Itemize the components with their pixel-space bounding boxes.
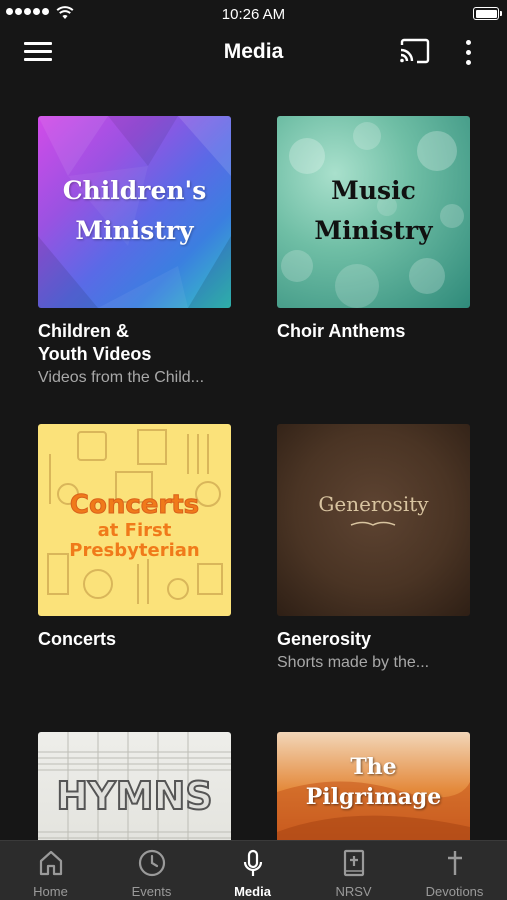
thumb-text-line1: The xyxy=(350,754,397,780)
thumb-text-line1: Concerts xyxy=(69,490,200,521)
media-card-choir[interactable]: Music Ministry Choir Anthems xyxy=(277,116,470,344)
ornament-icon xyxy=(350,521,396,526)
children-ministry-thumbnail: Children's Ministry xyxy=(38,116,231,308)
pilgrimage-thumbnail: The Pilgrimage xyxy=(277,732,470,840)
music-ministry-thumbnail: Music Ministry xyxy=(277,116,470,308)
thumb-text-line2: Ministry xyxy=(75,216,194,245)
status-time: 10:26 AM xyxy=(221,6,286,23)
bokeh-pattern xyxy=(281,122,464,308)
cast-icon[interactable] xyxy=(398,38,430,64)
thumb-text-line2: Pilgrimage xyxy=(305,784,442,810)
more-options-icon[interactable] xyxy=(462,40,474,66)
tab-media[interactable]: Media xyxy=(202,841,303,900)
card-title: Choir Anthems xyxy=(277,321,406,341)
media-card-children[interactable]: Children's Ministry Children & Youth Vid… xyxy=(38,116,231,388)
battery-icon xyxy=(473,7,502,20)
generosity-thumbnail: Generosity xyxy=(277,424,470,616)
tab-devotions[interactable]: Devotions xyxy=(404,841,505,900)
status-bar: 10:26 AM xyxy=(0,0,507,28)
thumb-text-line1: Children's xyxy=(62,176,207,205)
media-card-concerts[interactable]: Concerts at First Presbyterian Concerts xyxy=(38,424,231,652)
media-card-hymns[interactable]: HYMNS xyxy=(38,732,231,840)
media-card-generosity[interactable]: Generosity Generosity Shorts made by the… xyxy=(277,424,470,673)
tab-home[interactable]: Home xyxy=(0,841,101,900)
polygon-pattern xyxy=(38,116,231,308)
bottom-tab-bar: Home Events Media NRSV Devotions xyxy=(0,840,507,900)
thumb-text-line2: at First xyxy=(97,520,172,541)
card-subtitle: Videos from the Child... xyxy=(38,369,205,386)
tab-nrsv[interactable]: NRSV xyxy=(303,841,404,900)
thumb-text-line2: Ministry xyxy=(314,216,433,245)
card-title: Generosity xyxy=(277,629,372,649)
tab-label: Events xyxy=(131,884,172,899)
page-title: Media xyxy=(223,40,284,63)
home-icon xyxy=(39,850,62,876)
tab-label: Devotions xyxy=(425,884,484,899)
tab-label: Home xyxy=(33,884,68,899)
bible-icon xyxy=(343,849,364,877)
media-card-pilgrimage[interactable]: The Pilgrimage xyxy=(277,732,470,840)
card-subtitle: Shorts made by the... xyxy=(277,654,430,671)
card-title: Children & Youth Videos xyxy=(38,321,152,364)
thumb-text-line3: Presbyterian xyxy=(69,540,200,561)
card-title: Concerts xyxy=(38,629,117,649)
tab-label: NRSV xyxy=(335,884,372,899)
media-grid: Children's Ministry Children & Youth Vid… xyxy=(38,116,470,840)
concerts-thumbnail: Concerts at First Presbyterian xyxy=(38,424,231,616)
tab-label: Media xyxy=(234,884,271,899)
clock-icon xyxy=(138,849,165,877)
thumb-text-line1: HYMNS xyxy=(55,773,213,819)
thumb-text-line1: Music xyxy=(331,176,416,205)
tab-events[interactable]: Events xyxy=(101,841,202,900)
microphone-icon xyxy=(243,849,262,876)
cross-icon xyxy=(447,851,462,875)
app-header: Media xyxy=(0,28,507,78)
hymns-thumbnail: HYMNS xyxy=(38,732,231,840)
